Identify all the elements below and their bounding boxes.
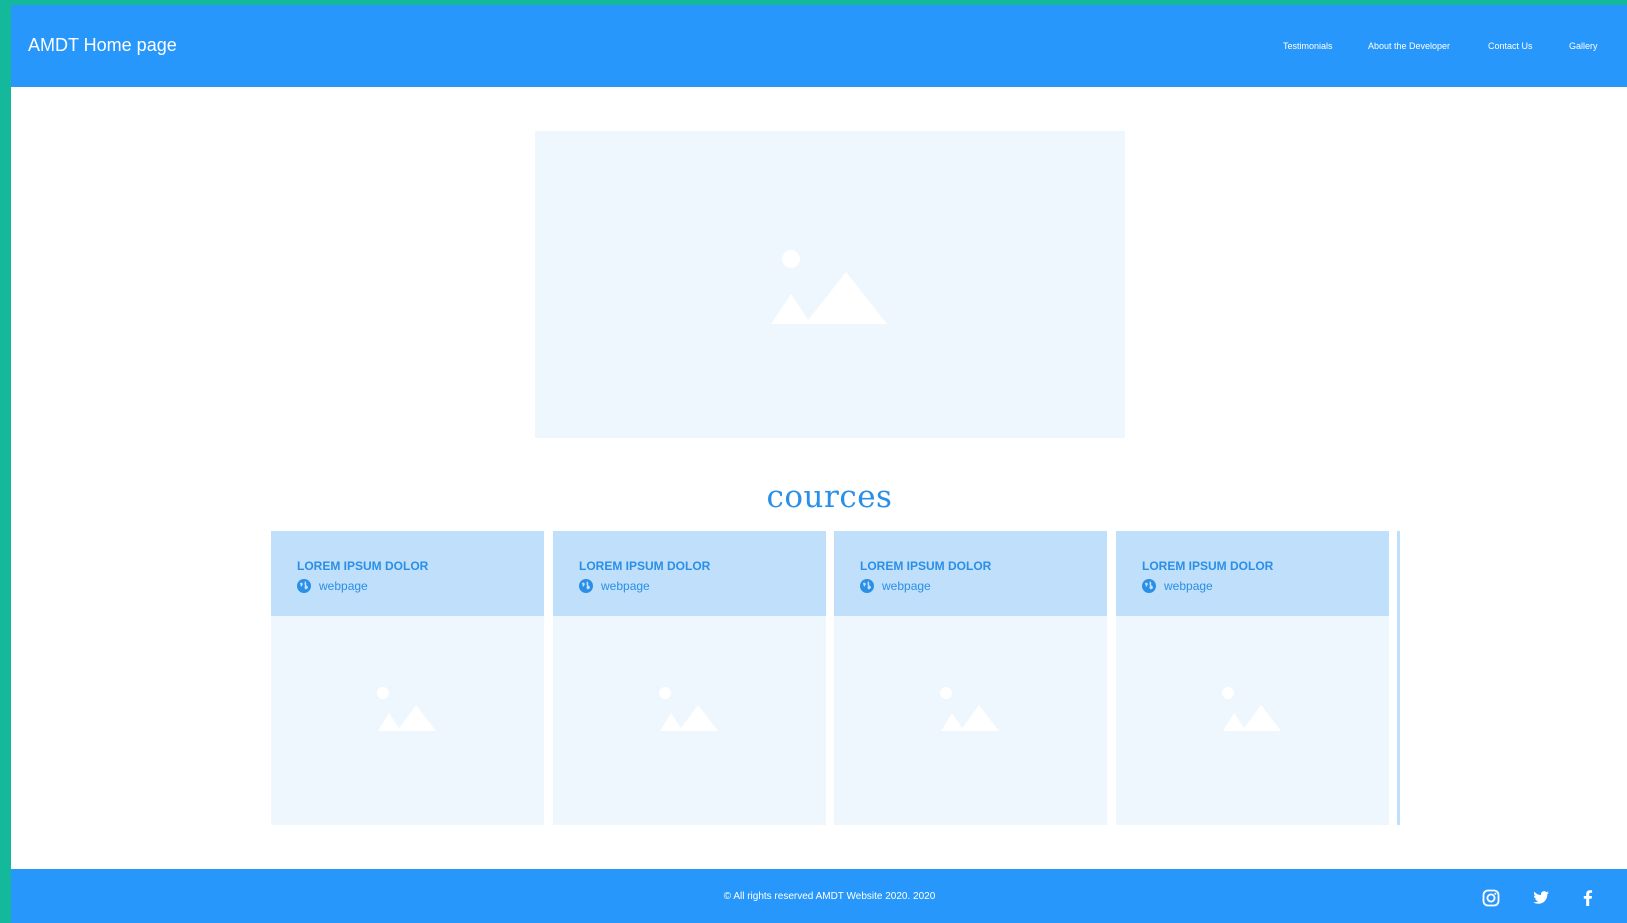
course-card-header: LOREM IPSUM DOLOR webpage	[1116, 531, 1389, 616]
course-card-link-label[interactable]: webpage	[882, 579, 931, 593]
nav-link-gallery[interactable]: Gallery	[1569, 41, 1598, 51]
image-placeholder-icon	[940, 687, 999, 731]
globe-icon	[1142, 579, 1156, 593]
course-card[interactable]: LOREM IPSUM DOLOR webpage	[1116, 531, 1389, 825]
course-card-link-label[interactable]: webpage	[1164, 579, 1213, 593]
course-card-title: LOREM IPSUM DOLOR	[1142, 559, 1274, 573]
globe-icon	[297, 579, 311, 593]
course-card-link[interactable]: webpage	[1142, 579, 1213, 593]
course-card-link[interactable]: webpage	[860, 579, 931, 593]
nav-link-about-developer[interactable]: About the Developer	[1368, 41, 1450, 51]
course-card-link[interactable]: webpage	[579, 579, 650, 593]
nav-link-testimonials[interactable]: Testimonials	[1283, 41, 1333, 51]
course-card-title: LOREM IPSUM DOLOR	[860, 559, 992, 573]
image-placeholder-icon	[1222, 687, 1281, 731]
copyright-text: © All rights reserved AMDT Website 2020.…	[723, 891, 936, 902]
section-title-courses: cources	[766, 479, 893, 515]
image-placeholder-icon	[771, 250, 887, 324]
globe-icon	[579, 579, 593, 593]
page-frame: AMDT Home page Testimonials About the De…	[11, 5, 1627, 923]
course-card-link-label[interactable]: webpage	[319, 579, 368, 593]
course-card-header: LOREM IPSUM DOLOR webpage	[834, 531, 1107, 616]
twitter-icon[interactable]	[1532, 889, 1550, 907]
globe-icon	[860, 579, 874, 593]
course-card[interactable]: LOREM IPSUM DOLOR webpage	[834, 531, 1107, 825]
nav-link-contact-us[interactable]: Contact Us	[1488, 41, 1533, 51]
course-card[interactable]: LOREM IPSUM DOLOR webpage	[553, 531, 826, 825]
footer: © All rights reserved AMDT Website 2020.…	[11, 869, 1627, 923]
next-card-edge	[1397, 531, 1400, 825]
course-card[interactable]: LOREM IPSUM DOLOR webpage	[271, 531, 544, 825]
course-card-header: LOREM IPSUM DOLOR webpage	[271, 531, 544, 616]
course-card-title: LOREM IPSUM DOLOR	[297, 559, 429, 573]
brand-title[interactable]: AMDT Home page	[28, 35, 177, 56]
course-card-link[interactable]: webpage	[297, 579, 368, 593]
course-card-header: LOREM IPSUM DOLOR webpage	[553, 531, 826, 616]
image-placeholder-icon	[659, 687, 718, 731]
top-navbar: AMDT Home page Testimonials About the De…	[11, 5, 1627, 87]
instagram-icon[interactable]	[1482, 889, 1500, 907]
hero-image	[535, 131, 1125, 438]
image-placeholder-icon	[377, 687, 436, 731]
course-card-link-label[interactable]: webpage	[601, 579, 650, 593]
facebook-icon[interactable]	[1579, 889, 1597, 907]
course-card-title: LOREM IPSUM DOLOR	[579, 559, 711, 573]
